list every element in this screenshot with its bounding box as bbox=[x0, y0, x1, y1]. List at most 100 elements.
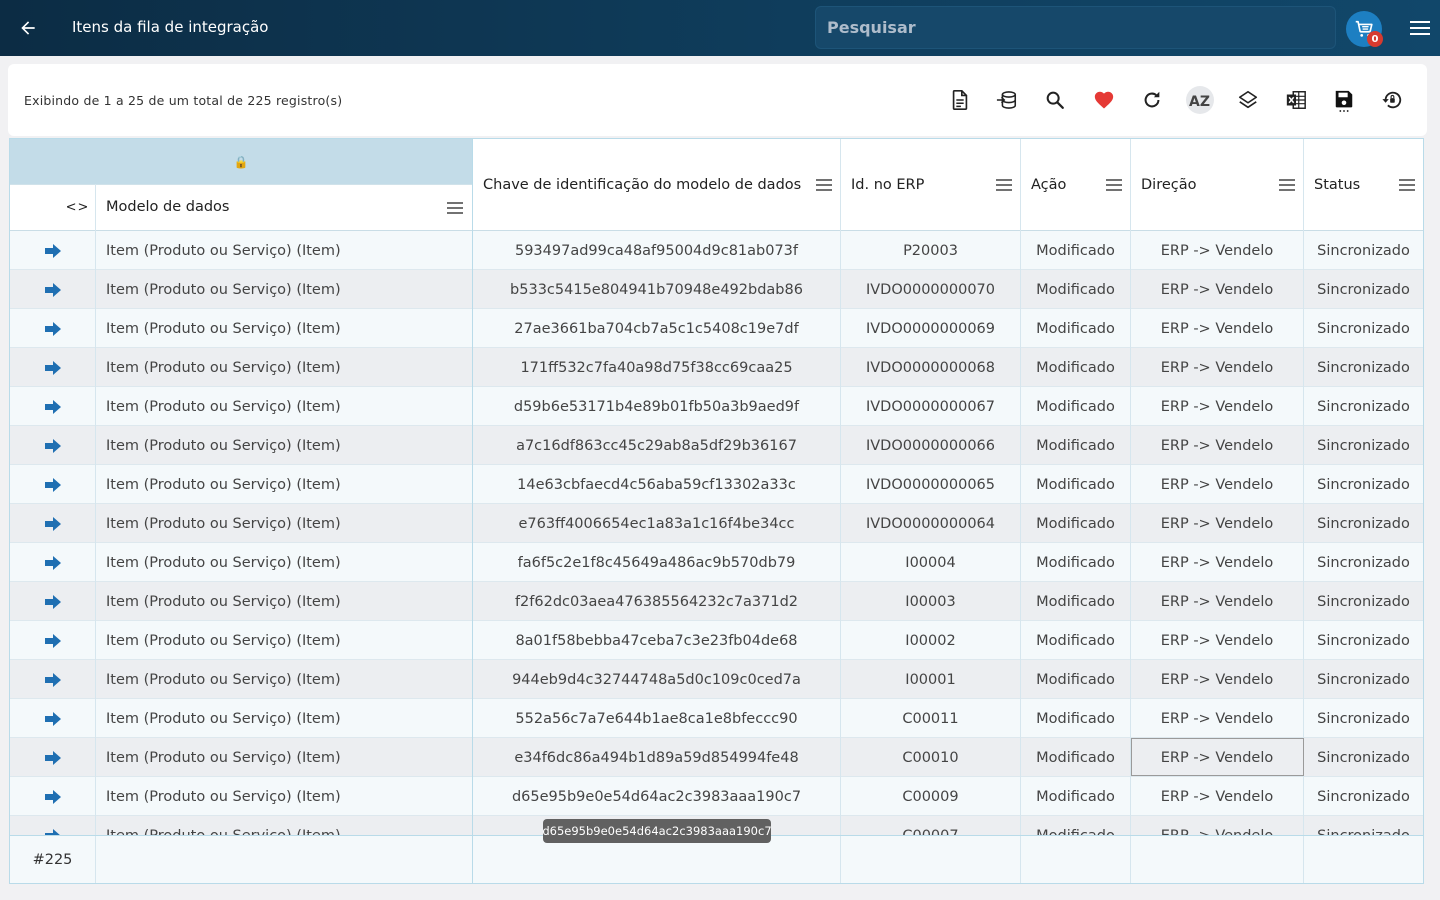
cell-erp-id[interactable]: I00002 bbox=[841, 621, 1020, 660]
cell-action[interactable]: Modificado bbox=[1021, 231, 1130, 270]
cell-action[interactable]: Modificado bbox=[1021, 582, 1130, 621]
cell-direction[interactable]: ERP -> Vendelo bbox=[1131, 426, 1303, 465]
cell-status[interactable]: Sincronizado bbox=[1304, 309, 1423, 348]
row-direction-arrow[interactable] bbox=[10, 465, 95, 504]
cell-key[interactable]: 944eb9d4c32744748a5d0c109c0ced7a bbox=[473, 660, 840, 699]
cell-key[interactable]: 593497ad99ca48af95004d9c81ab073f bbox=[473, 231, 840, 270]
cell-status[interactable]: Sincronizado bbox=[1304, 465, 1423, 504]
cell-model[interactable]: Item (Produto ou Serviço) (Item) bbox=[106, 621, 468, 660]
row-direction-arrow[interactable] bbox=[10, 309, 95, 348]
column-menu-icon[interactable] bbox=[1279, 179, 1295, 191]
column-header-action[interactable]: Ação bbox=[1031, 139, 1066, 230]
cell-erp-id[interactable]: IVDO0000000069 bbox=[841, 309, 1020, 348]
hamburger-menu-button[interactable] bbox=[1408, 16, 1432, 40]
cell-model[interactable]: Item (Produto ou Serviço) (Item) bbox=[106, 660, 468, 699]
column-menu-icon[interactable] bbox=[816, 179, 832, 191]
row-direction-arrow[interactable] bbox=[10, 582, 95, 621]
cell-status[interactable]: Sincronizado bbox=[1304, 777, 1423, 816]
cell-model[interactable]: Item (Produto ou Serviço) (Item) bbox=[106, 348, 468, 387]
cell-action[interactable]: Modificado bbox=[1021, 660, 1130, 699]
cell-key[interactable]: d59b6e53171b4e89b01fb50a3b9aed9f bbox=[473, 387, 840, 426]
row-direction-arrow[interactable] bbox=[10, 270, 95, 309]
cell-erp-id[interactable]: IVDO0000000068 bbox=[841, 348, 1020, 387]
column-header-key[interactable]: Chave de identificação do modelo de dado… bbox=[483, 139, 801, 230]
table-row[interactable]: Item (Produto ou Serviço) (Item) d59b6e53… bbox=[10, 387, 1423, 426]
cell-model[interactable]: Item (Produto ou Serviço) (Item) bbox=[106, 387, 468, 426]
cell-model[interactable]: Item (Produto ou Serviço) (Item) bbox=[106, 270, 468, 309]
row-direction-arrow[interactable] bbox=[10, 387, 95, 426]
table-row[interactable]: Item (Produto ou Serviço) (Item) 593497ad… bbox=[10, 231, 1423, 270]
cell-status[interactable]: Sincronizado bbox=[1304, 426, 1423, 465]
cell-erp-id[interactable]: IVDO0000000070 bbox=[841, 270, 1020, 309]
cell-action[interactable]: Modificado bbox=[1021, 426, 1130, 465]
cell-status[interactable]: Sincronizado bbox=[1304, 504, 1423, 543]
report-button[interactable] bbox=[946, 86, 974, 114]
cell-direction[interactable]: ERP -> Vendelo bbox=[1131, 387, 1303, 426]
cell-erp-id[interactable]: C00011 bbox=[841, 699, 1020, 738]
cell-erp-id[interactable]: I00001 bbox=[841, 660, 1020, 699]
cell-model[interactable]: Item (Produto ou Serviço) (Item) bbox=[106, 504, 468, 543]
cell-action[interactable]: Modificado bbox=[1021, 621, 1130, 660]
row-direction-arrow[interactable] bbox=[10, 699, 95, 738]
save-button[interactable] bbox=[1330, 86, 1358, 114]
row-direction-arrow[interactable] bbox=[10, 660, 95, 699]
cell-key[interactable]: 171ff532c7fa40a98d75f38cc69caa25 bbox=[473, 348, 840, 387]
cell-action[interactable]: Modificado bbox=[1021, 387, 1130, 426]
row-direction-arrow[interactable] bbox=[10, 231, 95, 270]
refresh-button[interactable] bbox=[1138, 86, 1166, 114]
cell-key[interactable]: b533c5415e804941b70948e492bdab86 bbox=[473, 270, 840, 309]
layers-button[interactable] bbox=[1234, 86, 1262, 114]
cell-action[interactable]: Modificado bbox=[1021, 738, 1130, 777]
cell-model[interactable]: Item (Produto ou Serviço) (Item) bbox=[106, 582, 468, 621]
cell-direction[interactable]: ERP -> Vendelo bbox=[1131, 777, 1303, 816]
column-header-model[interactable]: Modelo de dados bbox=[106, 184, 229, 230]
cart-button[interactable]: 0 bbox=[1346, 11, 1383, 47]
cell-action[interactable]: Modificado bbox=[1021, 699, 1130, 738]
cell-erp-id[interactable]: I00004 bbox=[841, 543, 1020, 582]
row-direction-arrow[interactable] bbox=[10, 777, 95, 816]
table-row[interactable]: Item (Produto ou Serviço) (Item) fa6f5c2e… bbox=[10, 543, 1423, 582]
cell-key[interactable]: e763ff4006654ec1a83a1c16f4be34cc bbox=[473, 504, 840, 543]
table-row[interactable]: Item (Produto ou Serviço) (Item) 171ff532… bbox=[10, 348, 1423, 387]
column-menu-icon[interactable] bbox=[996, 179, 1012, 191]
column-menu-icon[interactable] bbox=[447, 202, 463, 214]
table-row[interactable]: Item (Produto ou Serviço) (Item) 8a01f58b… bbox=[10, 621, 1423, 660]
search-input[interactable] bbox=[816, 7, 1335, 48]
row-direction-arrow[interactable] bbox=[10, 504, 95, 543]
cell-action[interactable]: Modificado bbox=[1021, 543, 1130, 582]
excel-export-button[interactable] bbox=[1282, 86, 1310, 114]
favorite-button[interactable] bbox=[1090, 86, 1118, 114]
cell-action[interactable]: Modificado bbox=[1021, 270, 1130, 309]
search-box[interactable] bbox=[815, 6, 1336, 49]
cell-key[interactable]: e34f6dc86a494b1d89a59d854994fe48 bbox=[473, 738, 840, 777]
cell-erp-id[interactable]: I00003 bbox=[841, 582, 1020, 621]
cell-direction[interactable]: ERP -> Vendelo bbox=[1131, 348, 1303, 387]
cell-erp-id[interactable]: C00009 bbox=[841, 777, 1020, 816]
cell-action[interactable]: Modificado bbox=[1021, 504, 1130, 543]
table-row[interactable]: Item (Produto ou Serviço) (Item) a7c16df8… bbox=[10, 426, 1423, 465]
back-button[interactable] bbox=[14, 14, 42, 42]
cell-direction[interactable]: ERP -> Vendelo bbox=[1131, 465, 1303, 504]
cell-erp-id[interactable]: IVDO0000000066 bbox=[841, 426, 1020, 465]
column-header-status[interactable]: Status bbox=[1314, 139, 1360, 230]
cell-key[interactable]: 8a01f58bebba47ceba7c3e23fb04de68 bbox=[473, 621, 840, 660]
cell-key[interactable]: 552a56c7a7e644b1ae8ca1e8bfeccc90 bbox=[473, 699, 840, 738]
row-direction-arrow[interactable] bbox=[10, 426, 95, 465]
cell-erp-id[interactable]: P20003 bbox=[841, 231, 1020, 270]
cell-model[interactable]: Item (Produto ou Serviço) (Item) bbox=[106, 543, 468, 582]
column-header-erp-id[interactable]: Id. no ERP bbox=[851, 139, 924, 230]
table-row[interactable]: Item (Produto ou Serviço) (Item) e763ff40… bbox=[10, 504, 1423, 543]
cell-direction[interactable]: ERP -> Vendelo bbox=[1131, 231, 1303, 270]
cell-erp-id[interactable]: C00010 bbox=[841, 738, 1020, 777]
cell-direction[interactable]: ERP -> Vendelo bbox=[1131, 270, 1303, 309]
table-row[interactable]: Item (Produto ou Serviço) (Item) 14e63cbf… bbox=[10, 465, 1423, 504]
cell-model[interactable]: Item (Produto ou Serviço) (Item) bbox=[106, 738, 468, 777]
table-row[interactable]: Item (Produto ou Serviço) (Item) b533c541… bbox=[10, 270, 1423, 309]
cell-status[interactable]: Sincronizado bbox=[1304, 387, 1423, 426]
cell-action[interactable]: Modificado bbox=[1021, 348, 1130, 387]
cell-direction[interactable]: ERP -> Vendelo bbox=[1131, 543, 1303, 582]
cell-status[interactable]: Sincronizado bbox=[1304, 543, 1423, 582]
column-menu-icon[interactable] bbox=[1399, 179, 1415, 191]
cell-action[interactable]: Modificado bbox=[1021, 777, 1130, 816]
table-row[interactable]: Item (Produto ou Serviço) (Item) 944eb9d4… bbox=[10, 660, 1423, 699]
